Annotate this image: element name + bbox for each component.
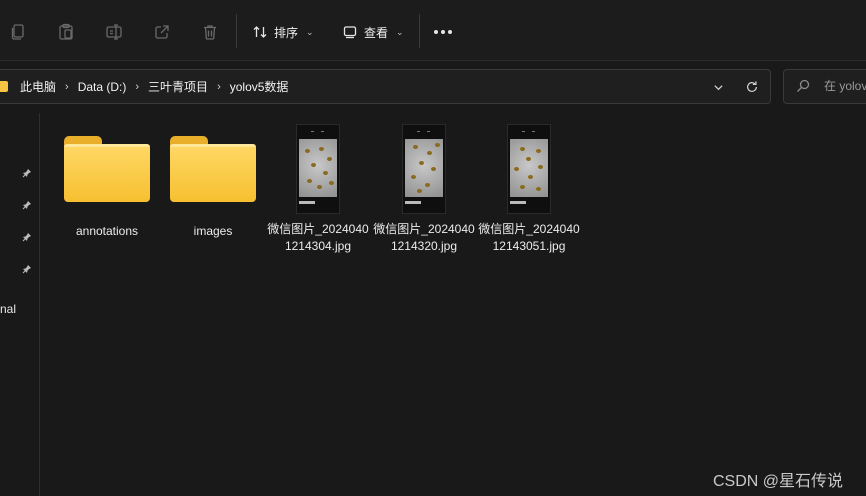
- delete-icon: [204, 25, 216, 40]
- paste-icon: [59, 23, 73, 40]
- rename-icon: [106, 24, 122, 40]
- breadcrumb-project[interactable]: 三叶青项目: [148, 78, 208, 95]
- breadcrumb-drive[interactable]: Data (D:): [78, 80, 127, 94]
- folder-icon: [170, 134, 256, 204]
- refresh-button[interactable]: [743, 78, 761, 96]
- history-dropdown-button[interactable]: [709, 78, 727, 96]
- chevron-right-icon[interactable]: ›: [65, 81, 69, 93]
- file-name: annotations: [75, 224, 139, 238]
- more-icon[interactable]: [434, 30, 452, 34]
- search-icon: [797, 79, 810, 92]
- delete-button[interactable]: [196, 18, 224, 46]
- command-bar: 排序 ⌄ 查看 ⌄: [0, 0, 866, 61]
- chevron-down-icon: ⌄: [306, 26, 314, 37]
- copy-icon: [11, 24, 24, 40]
- chevron-down-icon: ⌄: [396, 26, 404, 37]
- folder-icon: [0, 81, 8, 92]
- pin-icon[interactable]: [22, 168, 32, 178]
- copy-button[interactable]: [4, 18, 32, 46]
- sort-icon: [253, 26, 267, 38]
- breadcrumb-this-pc[interactable]: 此电脑: [20, 78, 56, 95]
- view-icon: [343, 26, 357, 39]
- chevron-right-icon[interactable]: ›: [217, 81, 221, 93]
- search-input[interactable]: [824, 77, 866, 95]
- pin-icon[interactable]: [22, 264, 32, 274]
- image-file-item[interactable]: 微信图片_20240401214304.jpg: [265, 120, 371, 255]
- image-file-item[interactable]: 微信图片_20240401214320.jpg: [371, 120, 477, 255]
- image-thumbnail: [402, 124, 446, 214]
- nav-item-label[interactable]: nal: [0, 302, 16, 316]
- file-name: 微信图片_20240401214304.jpg: [267, 222, 369, 253]
- navigation-pane: nal: [0, 113, 40, 496]
- address-bar[interactable]: 此电脑 › Data (D:) › 三叶青项目 › yolov5数据: [0, 69, 771, 104]
- sort-label: 排序: [274, 25, 299, 40]
- paste-button[interactable]: [52, 18, 80, 46]
- refresh-icon: [747, 81, 757, 92]
- file-name: 微信图片_202404012143051.jpg: [478, 222, 580, 253]
- breadcrumb-current[interactable]: yolov5数据: [230, 78, 289, 95]
- chevron-right-icon[interactable]: ›: [135, 81, 139, 93]
- pin-icon[interactable]: [22, 200, 32, 210]
- search-box[interactable]: [783, 69, 866, 104]
- image-thumbnail: [296, 124, 340, 214]
- rename-button[interactable]: [100, 18, 128, 46]
- file-name: 微信图片_20240401214320.jpg: [373, 222, 475, 253]
- breadcrumb: 此电脑 › Data (D:) › 三叶青项目 › yolov5数据: [0, 70, 288, 103]
- watermark: CSDN @星石传说: [713, 473, 844, 490]
- pin-icon[interactable]: [22, 232, 32, 242]
- chevron-down-icon: [713, 84, 723, 90]
- sort-button[interactable]: 排序 ⌄: [252, 18, 314, 46]
- view-label: 查看: [364, 25, 389, 40]
- view-button[interactable]: 查看 ⌄: [342, 18, 404, 46]
- share-icon: [155, 25, 169, 39]
- toolbar-divider: [419, 14, 420, 48]
- folder-item-annotations[interactable]: annotations: [54, 120, 160, 240]
- image-file-item[interactable]: 微信图片_202404012143051.jpg: [476, 120, 582, 255]
- folder-icon: [64, 134, 150, 204]
- file-name: images: [193, 224, 233, 238]
- toolbar-divider: [236, 14, 237, 48]
- folder-item-images[interactable]: images: [160, 120, 266, 240]
- image-thumbnail: [507, 124, 551, 214]
- share-button[interactable]: [148, 18, 176, 46]
